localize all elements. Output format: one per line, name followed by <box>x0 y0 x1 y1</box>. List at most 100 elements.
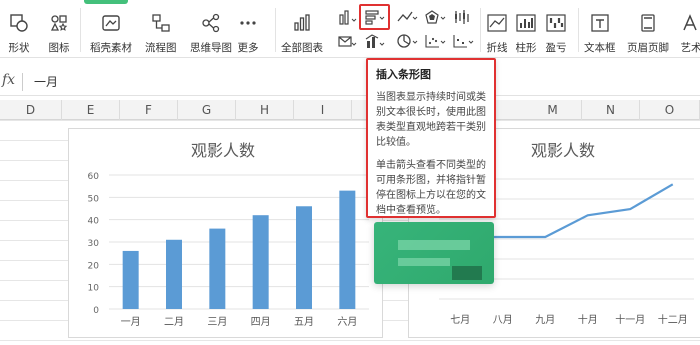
bar-3 <box>252 215 269 309</box>
pie-chart-dropdown[interactable] <box>394 32 420 50</box>
header-footer-icon <box>637 12 659 34</box>
insert-bar-chart-tooltip: 插入条形图 当图表显示持续时间或类别文本很长时，使用此图表类型直观地跨若干类别比… <box>366 58 496 218</box>
wordart-label: 艺术 <box>680 42 700 54</box>
x-tick-label: 六月 <box>337 316 357 328</box>
bar-chart-canvas: 0 10 20 30 40 50 60 一月 二月 三月 四月 五月 六月 <box>88 172 369 328</box>
column-header-d[interactable]: D <box>0 100 62 120</box>
all-charts-label: 全部图表 <box>281 42 323 54</box>
column-header-i[interactable]: I <box>294 100 352 120</box>
ribbon-separator <box>480 8 481 52</box>
combo-chart-dropdown[interactable] <box>362 32 388 50</box>
other-chart-dropdown[interactable] <box>450 32 476 50</box>
sparkline-winloss-button[interactable]: 盈亏 <box>545 12 567 55</box>
stock-chart-dropdown[interactable] <box>450 8 476 26</box>
header-footer-label: 页眉页脚 <box>627 42 669 54</box>
bar-1 <box>166 239 182 309</box>
bar-0 <box>122 250 139 309</box>
column-label: 柱形 <box>515 42 537 54</box>
x-tick-label: 八月 <box>493 314 513 326</box>
column-header-f[interactable]: F <box>120 100 178 120</box>
ribbon-separator <box>578 8 579 52</box>
column-chart-dropdown[interactable] <box>334 8 360 26</box>
flowchart-button[interactable]: 流程图 <box>145 12 177 55</box>
sparkline-column-button[interactable]: 柱形 <box>515 12 537 55</box>
icon-button[interactable]: 图标 <box>48 12 70 55</box>
x-tick-label: 十二月 <box>658 313 688 326</box>
area-chart-icon <box>338 36 357 47</box>
column-header-n[interactable]: N <box>582 100 640 120</box>
tooltip-preview-image <box>374 222 494 284</box>
y-tick-label: 0 <box>93 306 99 316</box>
combo-chart-icon <box>365 34 385 48</box>
x-tick-label: 二月 <box>164 316 184 328</box>
line-label: 折线 <box>486 42 508 54</box>
textbox-button[interactable]: 文本框 <box>584 12 616 55</box>
winloss-label: 盈亏 <box>545 42 567 54</box>
column-header-h[interactable]: H <box>236 100 294 120</box>
formula-input[interactable]: 一月 <box>34 73 58 90</box>
column-header-e[interactable]: E <box>62 100 120 120</box>
mindmap-label: 思维导图 <box>190 42 232 54</box>
wordart-button[interactable]: 艺术 <box>680 12 700 55</box>
scatter-chart-dropdown[interactable] <box>422 32 448 50</box>
bar-4 <box>296 206 312 309</box>
line-chart-dropdown[interactable] <box>394 8 420 26</box>
tooltip-title: 插入条形图 <box>376 68 431 81</box>
tooltip-hint: 单击箭头查看不同类型的可用条形图，并将指针暂停在图标上方以在您的文档中查看预览。 <box>376 160 486 216</box>
formula-bar: fx 一月 <box>0 68 700 96</box>
x-tick-label: 三月 <box>207 316 227 328</box>
bar-chart-highlight-box <box>359 4 390 30</box>
flowchart-label: 流程图 <box>145 42 177 54</box>
mindmap-icon <box>200 12 222 34</box>
scatter-chart-icon <box>425 35 446 48</box>
formula-divider <box>22 73 23 91</box>
fx-label: fx <box>2 72 16 88</box>
sparkline-column-icon <box>515 12 537 34</box>
column-header-m[interactable]: M <box>524 100 582 120</box>
y-tick-label: 30 <box>88 239 100 249</box>
y-tick-label: 60 <box>88 172 100 182</box>
ribbon-separator <box>80 8 81 52</box>
column-header-row: D E F G H I M N O <box>0 100 700 120</box>
header-footer-button[interactable]: 页眉页脚 <box>627 12 669 55</box>
x-tick-label: 四月 <box>251 316 271 328</box>
x-tick-label: 五月 <box>294 316 314 328</box>
ribbon-toolbar: 形状 图标 稻壳素材 流程图 思维导图 更多 全部图表 折线 柱形 盈亏 文本框… <box>0 0 700 58</box>
more-dots-icon <box>237 12 259 34</box>
column-chart-icon <box>339 10 357 25</box>
mindmap-button[interactable]: 思维导图 <box>190 12 232 55</box>
other-chart-icon <box>453 35 474 48</box>
textbox-label: 文本框 <box>584 42 616 54</box>
column-header-g[interactable]: G <box>178 100 236 120</box>
sparkline-winloss-icon <box>545 12 567 34</box>
radar-chart-dropdown[interactable] <box>422 8 448 26</box>
x-tick-label: 九月 <box>535 314 555 326</box>
x-tick-label: 七月 <box>450 314 470 326</box>
shape-button[interactable]: 形状 <box>8 12 30 55</box>
textbox-icon <box>589 12 611 34</box>
ribbon-separator <box>275 8 276 52</box>
stock-chart-icon <box>455 10 469 24</box>
column-header-hidden <box>352 100 366 120</box>
x-tick-label: 一月 <box>121 316 141 328</box>
flowchart-icon <box>150 12 172 34</box>
x-tick-label: 十一月 <box>615 313 645 326</box>
line-chart-icon <box>397 11 418 22</box>
wordart-icon <box>680 12 700 34</box>
column-header-o[interactable]: O <box>640 100 700 120</box>
more-label: 更多 <box>237 42 259 54</box>
tooltip-description: 当图表显示持续时间或类别文本很长时，使用此图表类型直观地跨若干类别比较值。 <box>376 92 486 148</box>
envelope-chart-dropdown[interactable] <box>334 32 360 50</box>
bar-5 <box>339 190 356 309</box>
pie-chart-icon <box>397 34 418 48</box>
active-tab-indicator <box>84 0 128 4</box>
sparkline-line-button[interactable]: 折线 <box>486 12 508 55</box>
more-button[interactable]: 更多 <box>237 12 259 55</box>
radar-chart-icon <box>425 10 446 24</box>
bar-chart-left[interactable]: 观影人数 0 10 20 30 40 50 60 一月 二月 三月 四月 五月 六月 <box>68 128 383 338</box>
daoke-material-button[interactable]: 稻壳素材 <box>90 12 132 55</box>
sparkline-line-icon <box>486 12 508 34</box>
all-charts-icon <box>291 12 313 34</box>
all-charts-button[interactable]: 全部图表 <box>281 12 323 55</box>
y-tick-label: 20 <box>88 261 100 271</box>
